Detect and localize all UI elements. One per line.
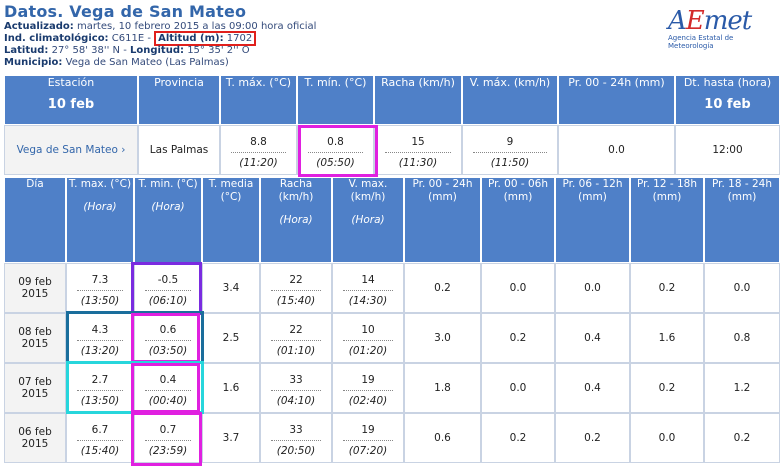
daily-col-p12: Pr. 06 - 12h (mm) <box>555 177 630 263</box>
table-row: 07 feb 2015 2.7 (13:50) 0.4 (00:40) 1.6 33… <box>4 363 780 413</box>
daily-col-p24b: Pr. 18 - 24h (mm) <box>704 177 780 263</box>
col-dt: Dt. hasta (hora) 10 feb <box>675 75 780 125</box>
chevron-right-icon: › <box>121 144 126 156</box>
col-pr: Pr. 00 - 24h (mm) <box>558 75 675 125</box>
daily-col-p06: Pr. 00 - 06h (mm) <box>481 177 555 263</box>
table-row: 06 feb 2015 6.7 (15:40) 0.7 (23:59) 3.7 33… <box>4 413 780 463</box>
station-link[interactable]: Vega de San Mateo › <box>4 125 138 175</box>
altitude-highlight: Altitud (m): 1702 <box>154 31 257 46</box>
aemet-logo[interactable]: AEmet Agencia Estatal de Meteorología <box>668 6 778 54</box>
col-vmax: V. máx. (km/h) <box>462 75 558 125</box>
daily-col-racha: Racha (km/h) (Hora) <box>260 177 332 263</box>
table-row: 08 feb 2015 4.3 (13:20) 0.6 (03:50) 2.5 22… <box>4 313 780 363</box>
col-estacion: Estación 10 feb <box>4 75 138 125</box>
daily-col-dia: Día <box>4 177 66 263</box>
page-title: Datos. Vega de San Mateo <box>4 2 247 21</box>
daily-col-p24: Pr. 00 - 24h (mm) <box>404 177 481 263</box>
col-racha: Racha (km/h) <box>374 75 462 125</box>
col-tmax: T. máx. (°C) <box>220 75 297 125</box>
col-provincia: Provincia <box>138 75 220 125</box>
col-tmin: T. mín. (°C) <box>297 75 374 125</box>
daily-col-p18: Pr. 12 - 18h (mm) <box>630 177 704 263</box>
daily-col-tmin: T. min. (°C) (Hora) <box>134 177 202 263</box>
meta-climat: Ind. climatológico: C611E - Altitud (m):… <box>4 31 664 46</box>
table-row: 09 feb 2015 7.3 (13:50) -0.5 (06:10) 3.4 2… <box>4 263 780 313</box>
current-table: Estación 10 feb Provincia T. máx. (°C) T.… <box>4 75 780 175</box>
page-header: Datos. Vega de San Mateo Actualizado: ma… <box>4 0 664 69</box>
meta-coords: Latitud: 27° 58' 38'' N - Longitud: 15° … <box>4 45 250 56</box>
table-row: Vega de San Mateo › Las Palmas 8.8 (11:20… <box>4 125 780 175</box>
meta-updated: Actualizado: martes, 10 febrero 2015 a l… <box>4 21 317 32</box>
daily-col-tmax: T. max. (°C) (Hora) <box>66 177 134 263</box>
daily-table: Día T. max. (°C) (Hora) T. min. (°C) (Hora… <box>4 177 780 463</box>
daily-col-vmax: V. max. (km/h) (Hora) <box>332 177 404 263</box>
daily-col-tmedia: T. media (°C) <box>202 177 260 263</box>
meta-municipio: Municipio: Vega de San Mateo (Las Palmas… <box>4 57 229 68</box>
